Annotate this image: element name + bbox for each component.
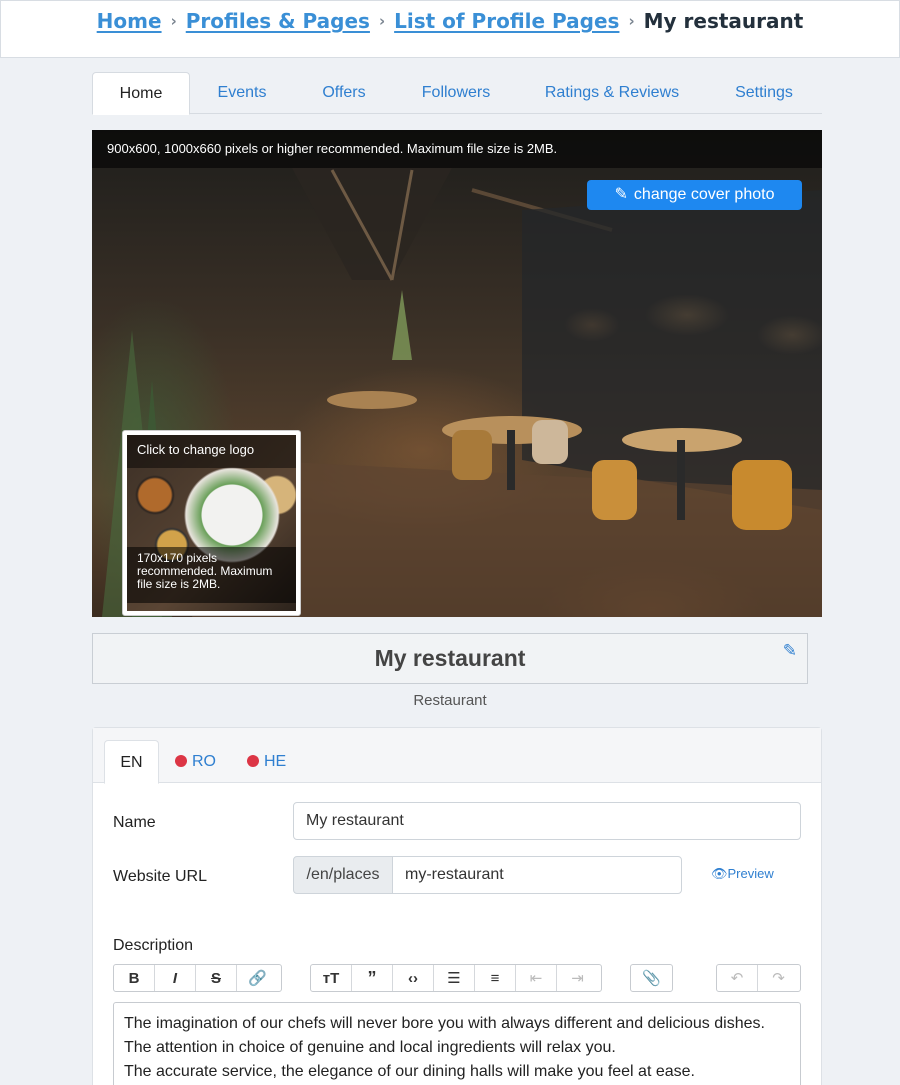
breadcrumb-list-profile-pages[interactable]: List of Profile Pages [394,9,619,33]
tab-lang-ro[interactable]: RO [175,740,216,783]
description-label: Description [113,937,194,954]
website-url-label: Website URL [113,868,207,885]
link-icon[interactable]: 🔗 [237,965,278,991]
breadcrumb-profiles-pages[interactable]: Profiles & Pages [186,9,370,33]
website-url-input[interactable]: my-restaurant [392,856,682,894]
language-card: EN RO HE Name My restaurant Website URL … [92,727,822,1085]
bullet-list-icon[interactable]: ☰ [434,965,475,991]
tab-events[interactable]: Events [204,72,280,114]
preview-label: Preview [727,866,774,881]
logo-change-label: Click to change logo [127,435,296,468]
missing-translation-dot [247,755,259,767]
description-line: The imagination of our chefs will never … [124,1015,765,1032]
tab-lang-en[interactable]: EN [104,740,159,784]
profile-name-box: My restaurant ✎ [92,633,808,684]
cover-size-note: 900x600, 1000x660 pixels or higher recom… [92,130,822,168]
profile-category: Restaurant [413,692,487,709]
url-prefix: /en/places [293,856,393,894]
numbered-list-icon[interactable]: ≡ [475,965,516,991]
tab-lang-ro-label: RO [192,753,216,770]
description-editor[interactable]: The imagination of our chefs will never … [113,1002,801,1085]
pencil-icon: ✎ [614,186,628,203]
name-label: Name [113,814,156,831]
redo-icon[interactable]: ↷ [758,965,799,991]
chevron-right-icon: › [628,12,635,30]
outdent-icon[interactable]: ⇤ [516,965,557,991]
chevron-right-icon: › [378,12,386,30]
tab-settings[interactable]: Settings [724,72,804,114]
tab-offers[interactable]: Offers [310,72,378,114]
preview-link[interactable]: 👁Preview [711,866,774,882]
bold-icon[interactable]: B [114,965,155,991]
language-tabs: EN RO HE [93,728,821,784]
logo-upload[interactable]: Click to change logo 170x170 pixels reco… [122,430,301,616]
top-header: Home › Profiles & Pages › List of Profile Pa… [0,0,900,58]
toolbar-block-group: тT ” ‹› ☰ ≡ ⇤ ⇥ [310,964,602,992]
logo-image: Click to change logo 170x170 pixels reco… [127,435,296,611]
pencil-icon[interactable]: ✎ [783,642,797,659]
profile-name: My restaurant [374,645,526,671]
change-cover-label: change cover photo [633,186,775,203]
description-line: The accurate service, the elegance of ou… [124,1063,695,1080]
quote-icon[interactable]: ” [352,965,393,991]
tab-lang-he-label: HE [264,753,287,770]
breadcrumb: Home › Profiles & Pages › List of Profile Pa… [1,9,899,33]
strikethrough-icon[interactable]: S [196,965,237,991]
tab-ratings-reviews[interactable]: Ratings & Reviews [538,72,686,114]
indent-icon[interactable]: ⇥ [557,965,598,991]
undo-icon[interactable]: ↶ [717,965,758,991]
italic-icon[interactable]: I [155,965,196,991]
description-line: The attention in choice of genuine and l… [124,1039,616,1056]
chevron-right-icon: › [170,12,177,30]
missing-translation-dot [175,755,187,767]
breadcrumb-current: My restaurant [643,9,804,33]
change-cover-button[interactable]: ✎ change cover photo [587,180,802,210]
attach-icon[interactable]: 📎 [631,965,672,991]
toolbar-text-group: B I S 🔗 [113,964,282,992]
logo-size-note: 170x170 pixels recommended. Maximum file… [127,547,296,603]
page-tabs: Home Events Offers Followers Ratings & R… [92,72,822,115]
breadcrumb-home[interactable]: Home [97,9,162,33]
toolbar-history-group: ↶ ↷ [716,964,801,992]
name-input[interactable]: My restaurant [293,802,801,840]
heading-icon[interactable]: тT [311,965,352,991]
tab-lang-he[interactable]: HE [247,740,286,783]
eye-icon: 👁 [711,866,728,881]
code-icon[interactable]: ‹› [393,965,434,991]
tab-followers[interactable]: Followers [412,72,500,114]
toolbar-file-group: 📎 [630,964,673,992]
tab-home[interactable]: Home [92,72,190,115]
